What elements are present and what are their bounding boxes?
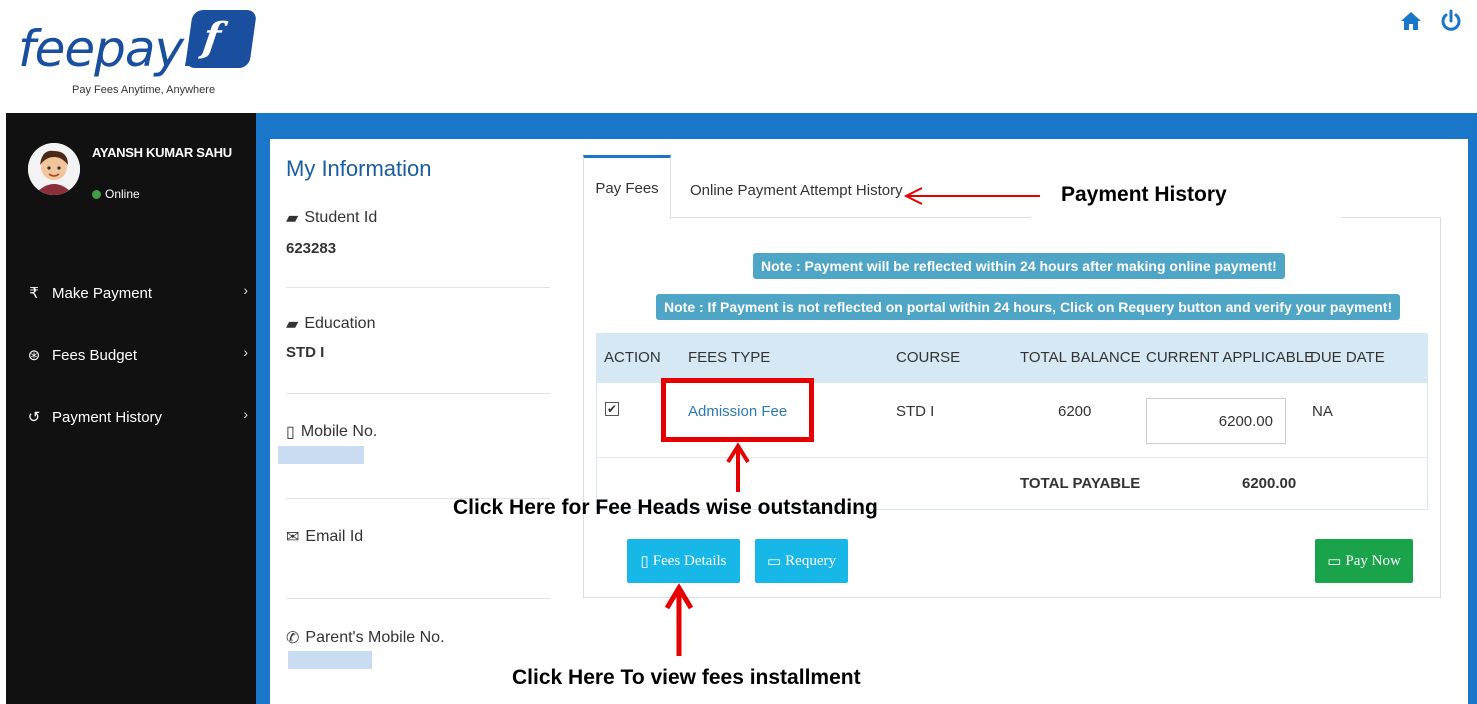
annotation-payment-history: Payment History xyxy=(1061,183,1227,206)
annotation-installment: Click Here To view fees installment xyxy=(512,666,861,689)
annotation-arrows xyxy=(664,187,1040,656)
annotation-fee-heads: Click Here for Fee Heads wise outstandin… xyxy=(453,496,878,519)
